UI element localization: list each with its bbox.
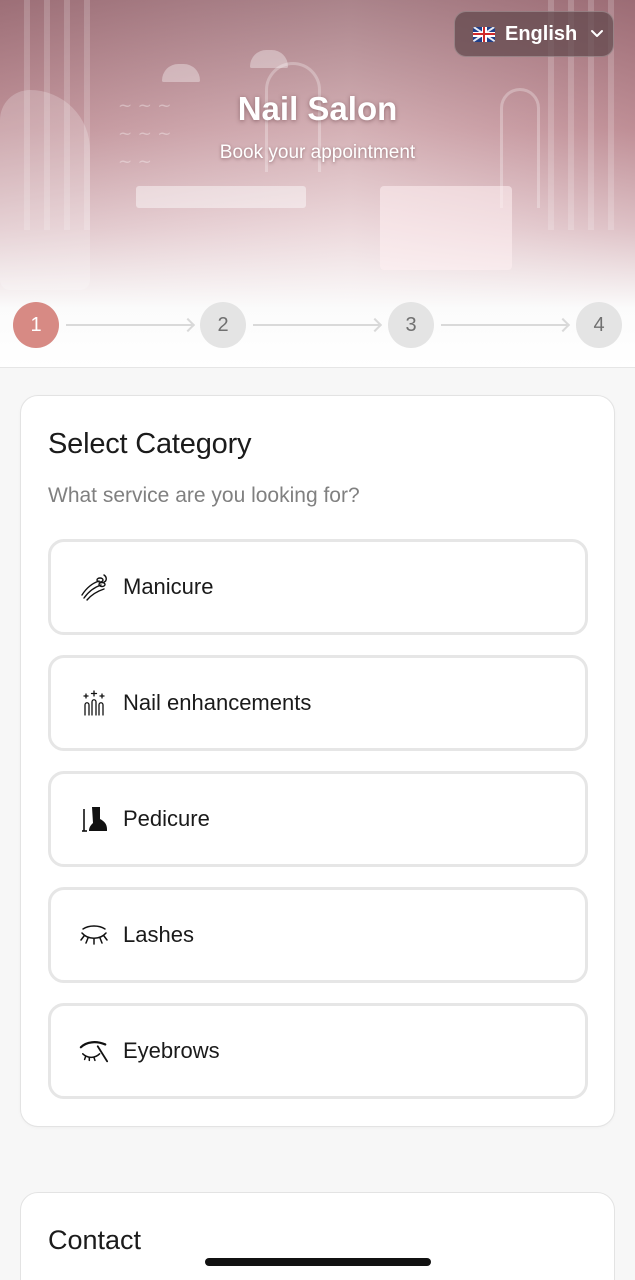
contact-title: Contact [48, 1225, 142, 1255]
page-subtitle: Book your appointment [219, 142, 416, 163]
step-2[interactable]: 2 [200, 302, 246, 348]
language-selector[interactable]: English [454, 11, 614, 57]
step-1[interactable]: 1 [13, 302, 59, 348]
category-option-lashes[interactable]: Lashes [48, 887, 588, 983]
category-label: Lashes [123, 922, 194, 947]
step-4[interactable]: 4 [576, 302, 622, 348]
booking-page: ~ ~ ~ ~ ~ ~ ~ ~ Nail Salon Book your appoi… [0, 0, 635, 1280]
chevron-down-icon [587, 24, 607, 44]
eyebrows-icon [79, 1036, 109, 1066]
contact-card: Contact [20, 1192, 615, 1280]
lashes-icon [79, 920, 109, 950]
category-label: Eyebrows [123, 1038, 220, 1063]
section-subtitle: What service are you looking for? [48, 484, 360, 507]
pedicure-icon [79, 804, 109, 834]
manicure-icon [79, 572, 109, 602]
uk-flag-icon [473, 26, 495, 42]
category-label: Pedicure [123, 806, 210, 831]
category-label: Nail enhancements [123, 690, 312, 715]
progress-stepper: 1 2 3 4 [0, 302, 635, 348]
step-connector [441, 324, 567, 326]
section-title: Select Category [48, 428, 252, 460]
category-option-manicure[interactable]: Manicure [48, 539, 588, 635]
nail-enhancements-icon [79, 688, 109, 718]
language-label: English [505, 22, 578, 45]
page-title: Nail Salon [237, 90, 398, 127]
category-option-pedicure[interactable]: Pedicure [48, 771, 588, 867]
category-option-nail-enhancements[interactable]: Nail enhancements [48, 655, 588, 751]
step-connector [66, 324, 192, 326]
category-option-eyebrows[interactable]: Eyebrows [48, 1003, 588, 1099]
step-3[interactable]: 3 [388, 302, 434, 348]
hero-banner: ~ ~ ~ ~ ~ ~ ~ ~ Nail Salon Book your appoi… [0, 0, 635, 368]
category-card: Select Category What service are you loo… [20, 395, 615, 1127]
step-connector [253, 324, 379, 326]
category-label: Manicure [123, 574, 214, 599]
home-indicator[interactable] [205, 1258, 431, 1266]
